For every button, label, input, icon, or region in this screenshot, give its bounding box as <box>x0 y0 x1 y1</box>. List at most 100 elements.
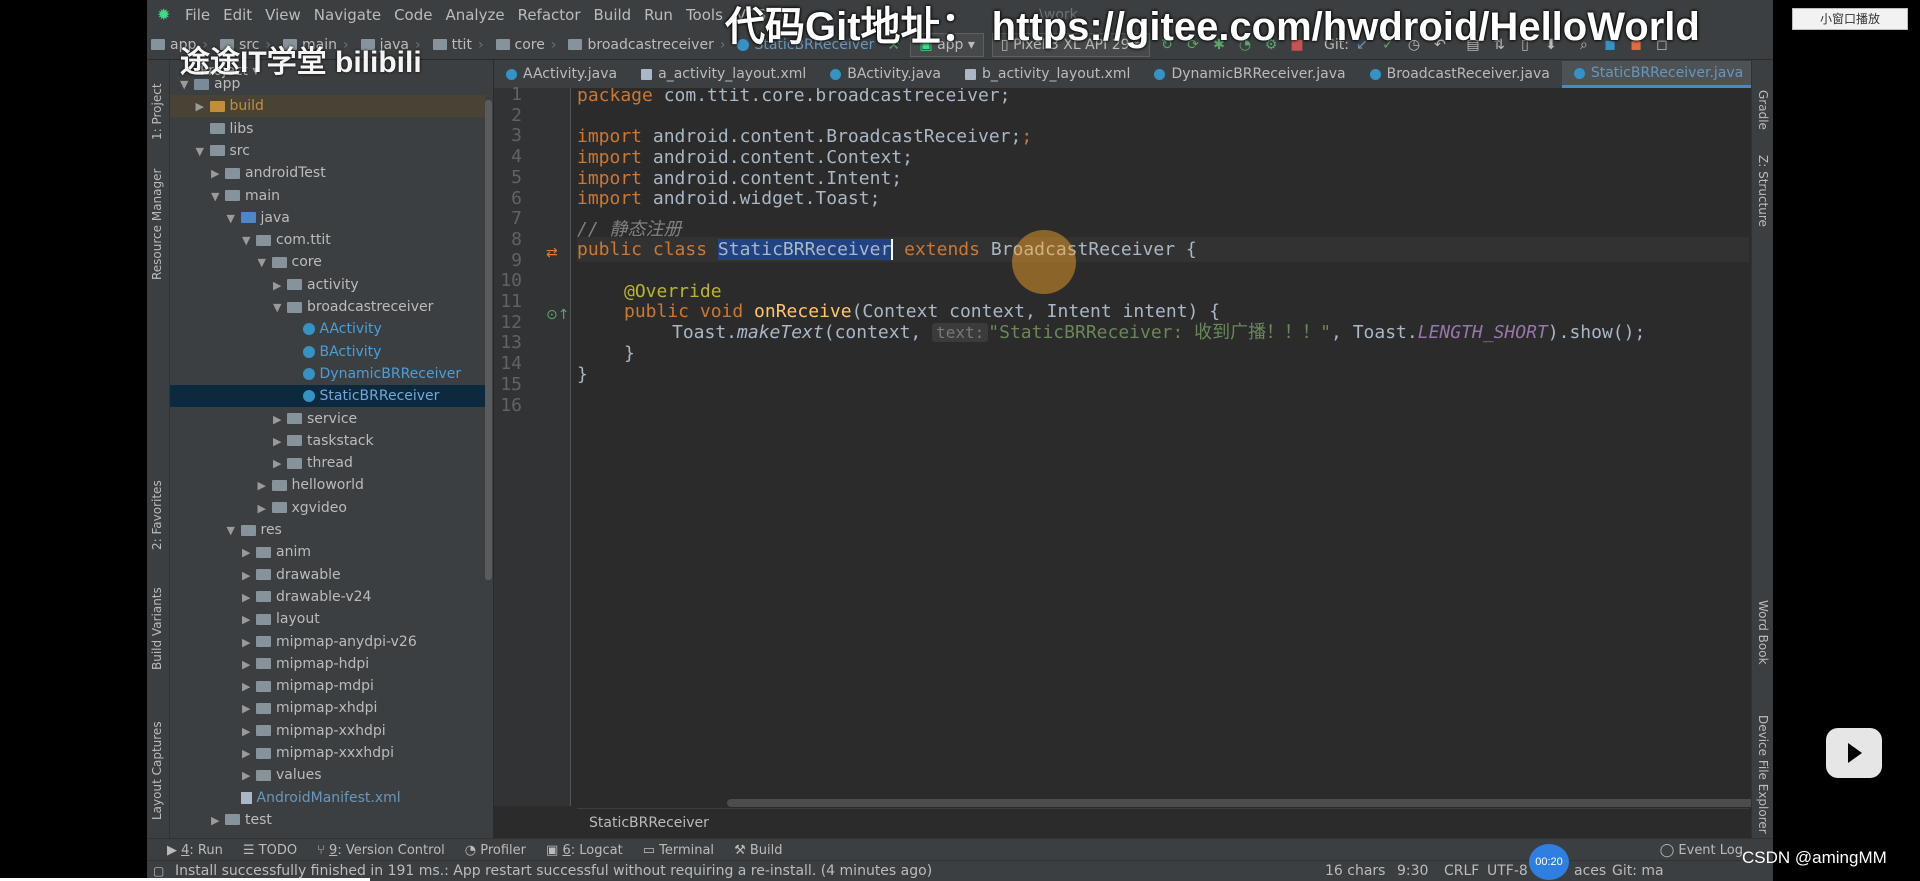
expand-right-icon[interactable]: ▶ <box>211 810 225 832</box>
tree-item-main[interactable]: ▼ main <box>170 185 485 207</box>
nav-crumb-core[interactable]: core › <box>495 37 563 53</box>
expand-right-icon[interactable]: ▶ <box>242 721 256 743</box>
editor-tab-a-activity-layout-xml[interactable]: a_activity_layout.xml <box>629 61 818 88</box>
expand-down-icon[interactable]: ▼ <box>273 297 287 319</box>
expand-right-icon[interactable]: ▶ <box>273 453 287 475</box>
expand-right-icon[interactable]: ▶ <box>242 743 256 765</box>
nav-crumb-ttit[interactable]: ttit › <box>432 37 490 53</box>
tool-favorites[interactable]: 2: Favorites <box>150 480 164 550</box>
expand-down-icon[interactable]: ▼ <box>227 208 241 230</box>
tool-word-book[interactable]: Word Book <box>1756 600 1770 665</box>
tree-item-helloworld[interactable]: ▶ helloworld <box>170 474 485 496</box>
tool-project[interactable]: 1: Project <box>150 83 164 140</box>
editor-tab-b-activity-layout-xml[interactable]: b_activity_layout.xml <box>953 61 1142 88</box>
expand-down-icon[interactable]: ▼ <box>227 520 241 542</box>
tree-item-xgvideo[interactable]: ▶ xgvideo <box>170 497 485 519</box>
nav-crumb-broadcastreceiver[interactable]: broadcastreceiver › <box>568 37 731 53</box>
tree-item-bactivity[interactable]: BActivity <box>170 341 485 363</box>
tree-item-androidtest[interactable]: ▶ androidTest <box>170 162 485 184</box>
menu-view[interactable]: View <box>265 6 301 24</box>
tree-item-mipmap-xxhdpi[interactable]: ▶ mipmap-xxhdpi <box>170 720 485 742</box>
tree-item-layout[interactable]: ▶ layout <box>170 608 485 630</box>
expand-down-icon[interactable]: ▼ <box>258 252 272 274</box>
tool-terminal[interactable]: ▭ Terminal <box>643 843 714 858</box>
tool-gradle[interactable]: Gradle <box>1756 90 1770 130</box>
expand-right-icon[interactable]: ▶ <box>242 542 256 564</box>
expand-right-icon[interactable]: ▶ <box>258 498 272 520</box>
tree-item-com-ttit[interactable]: ▼ com.ttit <box>170 229 485 251</box>
status-indent[interactable]: aces <box>1574 861 1606 881</box>
expand-right-icon[interactable]: ▶ <box>258 475 272 497</box>
editor-tab-broadcastreceiver-java[interactable]: BroadcastReceiver.java <box>1358 61 1562 88</box>
tree-item-mipmap-mdpi[interactable]: ▶ mipmap-mdpi <box>170 675 485 697</box>
expand-right-icon[interactable]: ▶ <box>273 431 287 453</box>
expand-right-icon[interactable]: ▶ <box>242 654 256 676</box>
tree-item-anim[interactable]: ▶ anim <box>170 541 485 563</box>
tool-device-file-explorer[interactable]: Device File Explorer <box>1756 715 1770 834</box>
expand-right-icon[interactable]: ▶ <box>242 565 256 587</box>
tree-item-mipmap-xhdpi[interactable]: ▶ mipmap-xhdpi <box>170 697 485 719</box>
expand-right-icon[interactable]: ▶ <box>196 96 210 118</box>
event-log[interactable]: ◯ Event Log <box>1660 843 1743 858</box>
tree-item-androidmanifest-xml[interactable]: AndroidManifest.xml <box>170 787 485 809</box>
tree-item-staticbrreceiver[interactable]: StaticBRReceiver <box>170 385 485 408</box>
tree-item-res[interactable]: ▼ res <box>170 519 485 541</box>
expand-down-icon[interactable]: ▼ <box>242 230 256 252</box>
tool-run[interactable]: ▶ 4: Run <box>167 843 223 858</box>
menu-run[interactable]: Run <box>644 6 673 24</box>
menu-refactor[interactable]: Refactor <box>518 6 581 24</box>
expand-right-icon[interactable]: ▶ <box>242 698 256 720</box>
tree-item-libs[interactable]: libs <box>170 118 485 140</box>
code-editor[interactable]: package com.ttit.core.broadcastreceiver;… <box>577 88 1749 806</box>
tool-logcat[interactable]: ▣ 6: Logcat <box>546 843 623 858</box>
tree-item-drawable-v24[interactable]: ▶ drawable-v24 <box>170 586 485 608</box>
tool-version-control[interactable]: ⑂ 9: Version Control <box>317 843 445 858</box>
tool-layout-captures[interactable]: Layout Captures <box>150 721 164 820</box>
mini-window-button[interactable]: 小窗口播放 <box>1792 8 1908 30</box>
tree-item-build[interactable]: ▶ build <box>170 95 485 118</box>
editor-tab-dynamicbrreceiver-java[interactable]: DynamicBRReceiver.java <box>1142 61 1357 88</box>
menu-build[interactable]: Build <box>594 6 632 24</box>
status-git-branch[interactable]: Git: ma <box>1612 861 1664 881</box>
tree-item-core[interactable]: ▼ core <box>170 251 485 273</box>
expand-right-icon[interactable]: ▶ <box>273 275 287 297</box>
project-scrollbar[interactable] <box>485 100 492 580</box>
tree-item-drawable[interactable]: ▶ drawable <box>170 564 485 586</box>
tool-structure[interactable]: Z: Structure <box>1756 155 1770 227</box>
menu-file[interactable]: File <box>185 6 210 24</box>
menu-code[interactable]: Code <box>394 6 432 24</box>
editor-horizontal-scrollbar[interactable] <box>727 799 1773 807</box>
expand-right-icon[interactable]: ▶ <box>242 587 256 609</box>
status-encoding[interactable]: UTF-8 <box>1487 861 1528 881</box>
expand-right-icon[interactable]: ▶ <box>242 676 256 698</box>
overrides-icon[interactable]: ⊙↑ <box>546 307 569 323</box>
expand-right-icon[interactable]: ▶ <box>242 765 256 787</box>
tool-profiler[interactable]: ◔ Profiler <box>465 843 526 858</box>
expand-right-icon[interactable]: ▶ <box>242 609 256 631</box>
expand-down-icon[interactable]: ▼ <box>211 186 225 208</box>
tree-item-values[interactable]: ▶ values <box>170 764 485 786</box>
menu-analyze[interactable]: Analyze <box>445 6 504 24</box>
tree-item-mipmap-xxxhdpi[interactable]: ▶ mipmap-xxxhdpi <box>170 742 485 764</box>
status-line-separator[interactable]: CRLF <box>1444 861 1479 881</box>
bilibili-tv-icon[interactable] <box>1826 728 1882 778</box>
tree-item-dynamicbrreceiver[interactable]: DynamicBRReceiver <box>170 363 485 385</box>
tree-item-mipmap-anydpi-v26[interactable]: ▶ mipmap-anydpi-v26 <box>170 631 485 653</box>
tree-item-aactivity[interactable]: AActivity <box>170 318 485 340</box>
tree-item-service[interactable]: ▶ service <box>170 408 485 430</box>
editor-tab-bactivity-java[interactable]: BActivity.java <box>818 61 953 88</box>
tree-item-taskstack[interactable]: ▶ taskstack <box>170 430 485 452</box>
tree-item-mipmap-hdpi[interactable]: ▶ mipmap-hdpi <box>170 653 485 675</box>
tool-build[interactable]: ⚒ Build <box>734 843 782 858</box>
editor-tab-staticbrreceiver-java[interactable]: StaticBRReceiver.java <box>1561 61 1751 88</box>
tool-todo[interactable]: ☰ TODO <box>243 843 297 858</box>
tree-item-src[interactable]: ▼ src <box>170 140 485 162</box>
status-position[interactable]: 9:30 <box>1397 861 1428 881</box>
expand-down-icon[interactable]: ▼ <box>196 141 210 163</box>
expand-right-icon[interactable]: ▶ <box>242 632 256 654</box>
expand-right-icon[interactable]: ▶ <box>211 163 225 185</box>
tree-item-java[interactable]: ▼ java <box>170 207 485 229</box>
tree-item-activity[interactable]: ▶ activity <box>170 274 485 296</box>
menu-edit[interactable]: Edit <box>223 6 252 24</box>
tree-item-thread[interactable]: ▶ thread <box>170 452 485 474</box>
